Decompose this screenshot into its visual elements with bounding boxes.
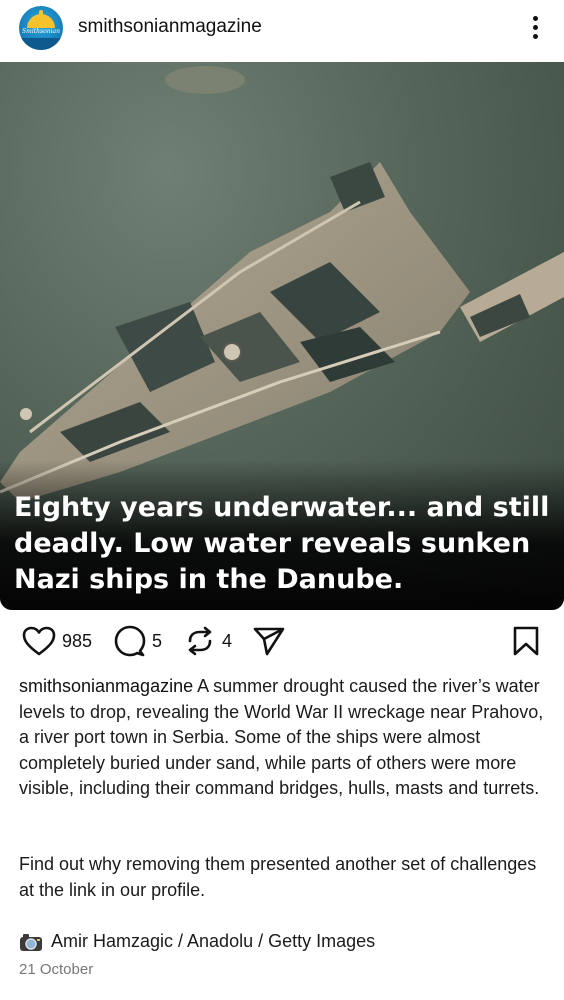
credit-text: Amir Hamzagic / Anadolu / Getty Images (51, 931, 376, 951)
save-button[interactable] (512, 624, 540, 658)
avatar[interactable]: Smithsonian (19, 6, 63, 50)
comment-icon (114, 625, 146, 657)
comment-button[interactable]: 5 (114, 624, 162, 658)
like-button[interactable]: 985 (22, 624, 92, 658)
bookmark-icon (513, 626, 539, 656)
image-headline: Eighty years underwater... and still dea… (14, 492, 550, 595)
avatar-stripe (19, 38, 63, 50)
send-icon (253, 627, 285, 656)
account-username[interactable]: smithsonianmagazine (78, 16, 262, 38)
photo-credit: Amir Hamzagic / Anadolu / Getty Images (19, 929, 549, 954)
post-date: 21 October (19, 961, 94, 978)
comment-count: 5 (152, 630, 163, 651)
smithsonian-sun-logo-icon (27, 14, 55, 28)
avatar-brand-text: Smithsonian (22, 28, 60, 35)
post-header: Smithsonian smithsonianmagazine (0, 0, 564, 62)
camera-icon (20, 933, 42, 951)
repost-icon (188, 626, 212, 656)
share-button[interactable] (252, 624, 286, 658)
action-bar: 985 5 4 (0, 620, 564, 662)
post-caption: smithsonianmagazine A summer drought cau… (19, 674, 549, 802)
caption-paragraph-2: Find out why removing them presented ano… (19, 854, 537, 900)
heart-icon (22, 626, 56, 656)
more-vertical-icon[interactable] (526, 14, 546, 42)
post-image[interactable]: Eighty years underwater... and still dea… (0, 62, 564, 610)
caption-username[interactable]: smithsonianmagazine (19, 676, 193, 696)
like-count: 985 (62, 630, 93, 651)
repost-count: 4 (222, 630, 233, 651)
repost-button[interactable]: 4 (184, 624, 232, 658)
